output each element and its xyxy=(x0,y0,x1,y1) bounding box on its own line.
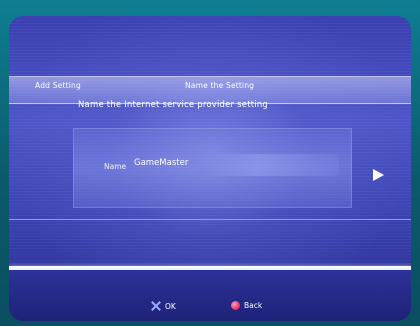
cross-icon xyxy=(151,301,161,311)
back-button[interactable]: Back xyxy=(231,301,262,310)
circle-icon xyxy=(231,301,240,310)
back-label: Back xyxy=(244,301,263,310)
scanline xyxy=(9,219,411,220)
ok-label: OK xyxy=(165,301,176,311)
footer-bar xyxy=(9,270,411,321)
name-field-label: Name xyxy=(104,162,127,171)
screen: Add Setting Name the Setting Name the In… xyxy=(9,16,411,321)
breadcrumb-add-setting: Add Setting xyxy=(35,81,81,90)
next-arrow-icon[interactable] xyxy=(373,169,384,181)
ok-button[interactable]: OK xyxy=(151,301,176,311)
field-highlight xyxy=(204,154,339,176)
prompt-text: Name the Internet service provider setti… xyxy=(78,100,269,110)
page-title: Name the Setting xyxy=(185,81,255,90)
name-field-value[interactable]: GameMaster xyxy=(134,158,188,168)
